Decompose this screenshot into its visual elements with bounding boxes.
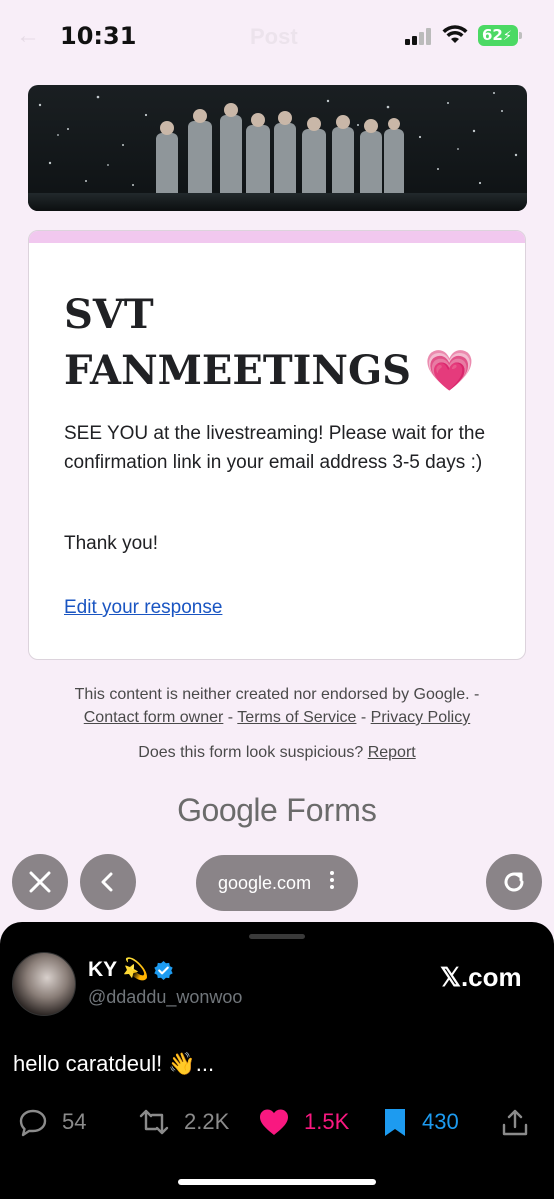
verified-badge-icon	[154, 960, 173, 981]
repost-button[interactable]: 2.2K	[138, 1102, 229, 1142]
tweet-sheet: KY 💫 @ddaddu_wonwoo 𝕏.com hello caratdeu…	[0, 922, 554, 1199]
share-icon	[502, 1109, 528, 1136]
forms-wordmark: Forms	[286, 792, 377, 828]
x-com-link[interactable]: 𝕏.com	[440, 962, 522, 993]
tweet-actions: 54 2.2K 1.5K 430	[0, 1102, 554, 1142]
share-button[interactable]	[500, 1102, 544, 1142]
ghost-page-title: Post	[250, 24, 298, 49]
header-banner-image	[28, 85, 527, 211]
cellular-signal-icon	[405, 28, 433, 45]
status-time: 10:31	[60, 22, 137, 50]
status-bar: ← 10:31 Post 62⚡	[0, 0, 554, 70]
wifi-icon	[442, 25, 468, 43]
home-indicator[interactable]	[178, 1179, 376, 1185]
confirmation-message: SEE YOU at the livestreaming! Please wai…	[64, 423, 486, 473]
heart-icon	[260, 1109, 288, 1135]
tweet-text[interactable]: hello caratdeul! 👋...	[13, 1051, 214, 1077]
display-name[interactable]: KY 💫	[88, 958, 149, 982]
google-wordmark: Google	[177, 792, 278, 828]
more-options-icon[interactable]	[330, 868, 334, 898]
bookmark-count: 430	[422, 1109, 459, 1134]
back-arrow-icon: ←	[16, 22, 40, 49]
suspicious-text: Does this form look suspicious?	[138, 744, 364, 761]
disclaimer-text: This content is neither created nor endo…	[74, 686, 480, 703]
terms-link[interactable]: Terms of Service	[237, 709, 356, 726]
separator: -	[223, 709, 238, 726]
battery-icon: 62⚡	[478, 25, 522, 46]
stage-floor	[28, 193, 527, 211]
sheet-grabber[interactable]	[249, 934, 305, 939]
url-text: google.com	[218, 873, 312, 893]
close-browser-button[interactable]	[12, 854, 68, 910]
separator: -	[356, 709, 371, 726]
thanks-text: Thank you!	[64, 533, 158, 554]
battery-level: 62	[482, 26, 503, 44]
form-title: SVT FANMEETINGS 💗	[64, 291, 475, 394]
edit-response-link[interactable]: Edit your response	[64, 597, 222, 619]
like-button[interactable]: 1.5K	[258, 1102, 349, 1142]
card-accent-bar	[29, 231, 525, 243]
google-disclaimer: This content is neither created nor endo…	[0, 683, 554, 729]
like-count: 1.5K	[304, 1109, 350, 1134]
form-confirmation-card: SVT FANMEETINGS 💗 SEE YOU at the livestr…	[28, 230, 526, 660]
google-forms-logo[interactable]: Google Forms	[0, 792, 554, 829]
repost-count: 2.2K	[184, 1109, 230, 1134]
chevron-left-icon	[101, 872, 113, 892]
bookmark-button[interactable]: 430	[382, 1102, 459, 1142]
reload-button[interactable]	[486, 854, 542, 910]
avatar[interactable]	[12, 952, 76, 1016]
reply-button[interactable]: 54	[18, 1102, 86, 1142]
user-handle[interactable]: @ddaddu_wonwoo	[88, 987, 242, 1008]
suspicious-notice: Does this form look suspicious? Report	[0, 744, 554, 762]
reply-count: 54	[62, 1109, 87, 1134]
privacy-link[interactable]: Privacy Policy	[371, 709, 471, 726]
reload-icon	[504, 872, 524, 892]
reply-icon	[19, 1109, 47, 1137]
close-icon	[29, 871, 51, 893]
report-link[interactable]: Report	[368, 744, 416, 761]
contact-owner-link[interactable]: Contact form owner	[84, 709, 224, 726]
bookmark-icon	[385, 1109, 405, 1136]
repost-icon	[139, 1109, 169, 1135]
browser-back-button[interactable]	[80, 854, 136, 910]
